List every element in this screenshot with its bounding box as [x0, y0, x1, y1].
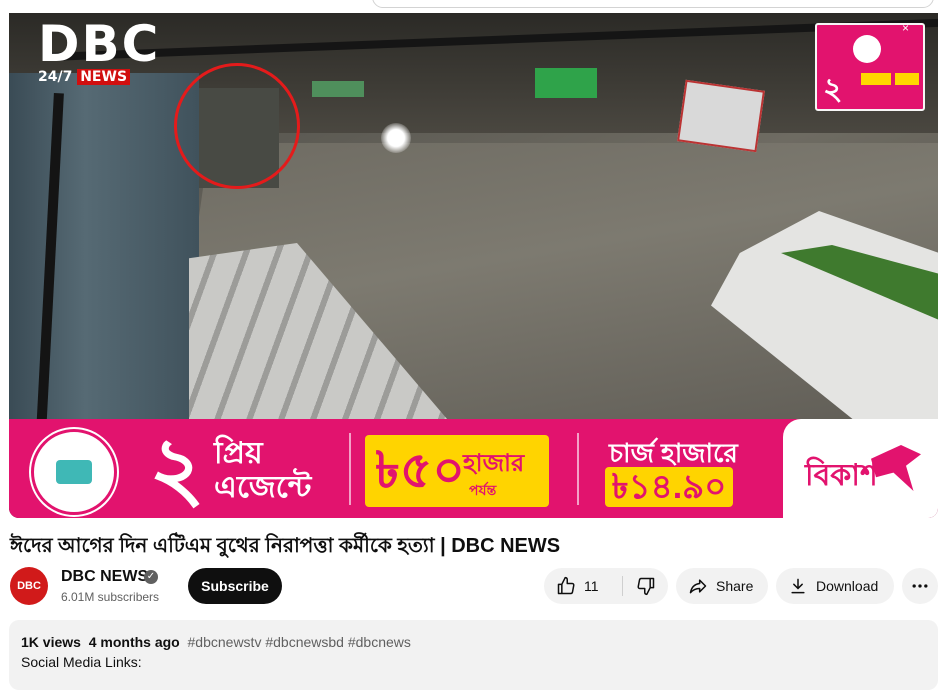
- hashtags[interactable]: #dbcnewstv #dbcnewsbd #dbcnews: [188, 634, 411, 650]
- like-dislike-group: 11: [544, 568, 668, 604]
- download-label: Download: [816, 578, 879, 594]
- video-title: ঈদের আগের দিন এটিএম বুথের নিরাপত্তা কর্ম…: [10, 535, 561, 557]
- video-player[interactable]: DBC 24/7 NEWS ২ × ২ প্রিয় এজেন্টে ৳৫০ হ…: [9, 13, 938, 518]
- banner-big-number: ২: [149, 419, 205, 518]
- bkash-brand: বিকাশ: [805, 459, 878, 492]
- search-bar-edge[interactable]: [372, 0, 934, 8]
- thumbs-up-icon: [557, 576, 575, 595]
- download-icon: [791, 578, 805, 594]
- more-actions-button[interactable]: [902, 568, 938, 604]
- share-icon: [689, 579, 707, 594]
- thumbs-down-icon: [637, 577, 655, 596]
- corner-ad[interactable]: ২: [815, 23, 925, 111]
- share-label: Share: [716, 578, 754, 594]
- share-button[interactable]: Share: [676, 568, 768, 604]
- logo-tag-prefix: 24/7: [38, 69, 73, 85]
- banner-amount-box: ৳৫০ হাজার পর্যন্ত: [365, 435, 549, 507]
- banner-headline: প্রিয় এজেন্টে: [214, 437, 312, 504]
- like-button[interactable]: 11: [544, 568, 624, 604]
- channel-avatar[interactable]: DBC: [10, 567, 48, 605]
- description-line: Social Media Links:: [21, 654, 142, 670]
- banner-amount-suffix: পর্যন্ত: [469, 482, 497, 498]
- bkash-banner: ২ প্রিয় এজেন্টে ৳৫০ হাজার পর্যন্ত চার্জ…: [9, 419, 938, 518]
- close-icon[interactable]: ×: [902, 21, 909, 35]
- like-count: 11: [584, 578, 599, 594]
- banner-charge-value: ৳১৪.৯০: [605, 467, 733, 507]
- dbc-news-logo: DBC 24/7 NEWS: [38, 15, 178, 85]
- download-button[interactable]: Download: [776, 568, 894, 604]
- subscribe-button[interactable]: Subscribe: [188, 568, 282, 604]
- channel-name[interactable]: DBC NEWS: [61, 568, 148, 586]
- cash-hand-icon: [31, 429, 117, 515]
- description-meta: 1K views 4 months ago #dbcnewstv #dbcnew…: [21, 634, 411, 650]
- description-box[interactable]: 1K views 4 months ago #dbcnewstv #dbcnew…: [9, 620, 938, 690]
- view-count: 1K views: [21, 634, 81, 650]
- bkash-logo: বিকাশ: [783, 419, 938, 518]
- logo-tag-news: NEWS: [77, 69, 131, 85]
- logo-brand: DBC: [38, 15, 161, 73]
- hand-icon: [853, 35, 881, 63]
- upload-age: 4 months ago: [88, 634, 180, 650]
- highlight-circle: [174, 63, 300, 189]
- banner-amount: ৳৫০: [375, 442, 465, 498]
- bkash-bird-icon: [871, 445, 921, 491]
- verified-badge-icon: ✓: [144, 570, 158, 584]
- corner-ad-number: ২: [823, 73, 843, 106]
- dislike-button[interactable]: [624, 568, 668, 604]
- more-icon: [912, 584, 928, 588]
- subscriber-count: 6.01M subscribers: [61, 590, 160, 604]
